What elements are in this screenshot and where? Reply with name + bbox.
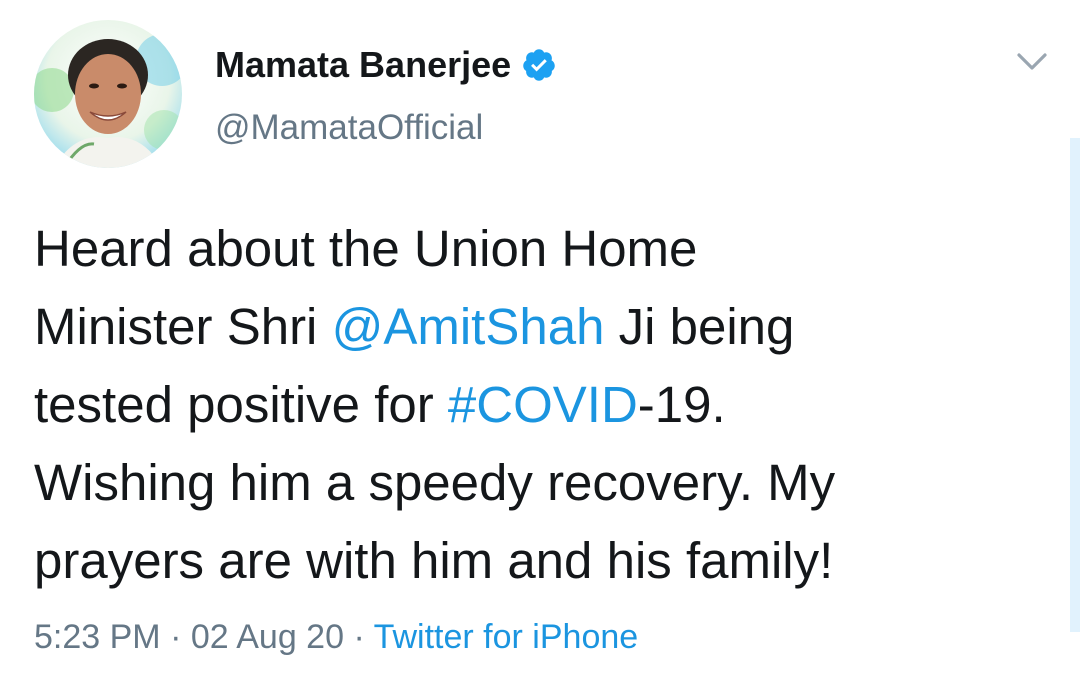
- meta-separator: ·: [160, 618, 191, 656]
- tweet-line: -19.: [637, 376, 726, 433]
- mention-link[interactable]: @AmitShah: [332, 298, 605, 355]
- verified-badge-icon: [521, 47, 557, 83]
- user-handle[interactable]: @MamataOfficial: [215, 108, 483, 148]
- tweet-line: Wishing him a speedy recovery. My: [34, 454, 836, 511]
- chevron-down-icon[interactable]: [1014, 46, 1050, 76]
- avatar-image: [34, 20, 182, 168]
- tweet-line: Minister Shri: [34, 298, 332, 355]
- timestamp-time[interactable]: 5:23 PM: [34, 618, 161, 656]
- meta-separator: ·: [344, 618, 374, 656]
- tweet-line: tested positive for: [34, 376, 448, 433]
- avatar[interactable]: [34, 20, 182, 168]
- tweet-line: prayers are with him and his family!: [34, 532, 834, 589]
- tweet-text: Heard about the Union Home Minister Shri …: [34, 210, 1034, 600]
- tweet-card: Mamata Banerjee @MamataOfficial Heard ab…: [0, 0, 1080, 697]
- display-name[interactable]: Mamata Banerjee: [215, 44, 511, 86]
- hashtag-link[interactable]: #COVID: [448, 376, 638, 433]
- source-link[interactable]: Twitter for iPhone: [374, 618, 639, 656]
- tweet-line: Ji being: [604, 298, 795, 355]
- scrollbar[interactable]: [1070, 138, 1080, 632]
- timestamp-date[interactable]: 02 Aug 20: [191, 618, 344, 656]
- tweet-line: Heard about the Union Home: [34, 220, 698, 277]
- tweet-meta: 5:23 PM · 02 Aug 20 · Twitter for iPhone: [34, 618, 638, 657]
- author-header[interactable]: Mamata Banerjee: [215, 40, 557, 90]
